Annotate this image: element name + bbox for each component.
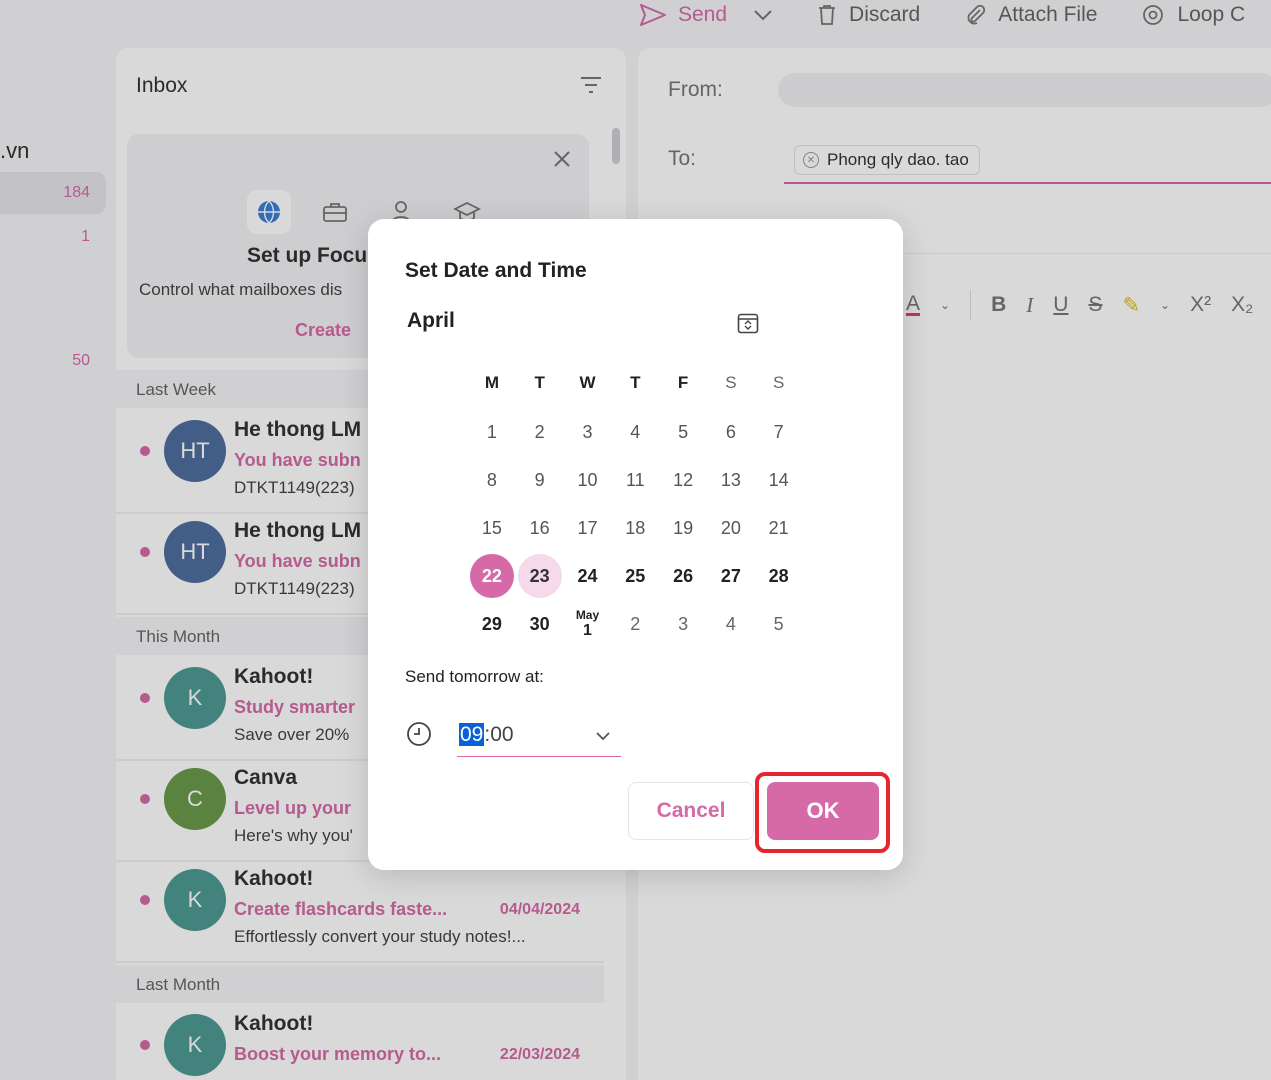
set-date-time-dialog: Set Date and Time April M T W T F S S 1 …	[368, 219, 903, 870]
weekday-label: T	[534, 373, 545, 392]
day-number: 4	[630, 422, 641, 443]
day-number: 21	[768, 517, 789, 538]
calendar-day-past: 6	[707, 409, 755, 457]
calendar-day[interactable]: 29	[468, 600, 516, 648]
calendar-day-past: 4	[611, 409, 659, 457]
day-number: 23	[517, 554, 562, 599]
send-time-label: Send tomorrow at:	[405, 667, 544, 686]
day-number: 13	[720, 470, 741, 491]
weekday-label: S	[725, 373, 737, 392]
dialog-title: Set Date and Time	[405, 259, 587, 282]
day-number: 5	[773, 613, 784, 634]
calendar-day-past: 1	[468, 409, 516, 457]
next-month-label: May	[575, 608, 600, 623]
calendar-day-past: 7	[755, 409, 803, 457]
day-number: 29	[481, 613, 502, 634]
weekday-label: S	[773, 373, 785, 392]
day-number: 3	[582, 422, 593, 443]
day-number: 28	[768, 565, 789, 586]
day-number: 4	[725, 613, 736, 634]
calendar-day[interactable]: 25	[611, 552, 659, 600]
weekday-label: F	[677, 373, 689, 392]
calendar-day-selected[interactable]: 22	[468, 552, 516, 600]
day-number: 18	[625, 517, 646, 538]
day-number: 6	[725, 422, 736, 443]
day-number: 27	[720, 565, 741, 586]
day-number: 14	[768, 470, 789, 491]
day-number: 30	[529, 613, 550, 634]
time-minutes[interactable]: :00	[484, 723, 513, 746]
clock-icon	[407, 722, 431, 746]
calendar-day-past: 17	[564, 505, 612, 553]
day-number: 11	[625, 470, 645, 491]
calendar-day-past: 9	[516, 457, 564, 505]
calendar-day[interactable]: 24	[564, 552, 612, 600]
calendar-day-past: 11	[611, 457, 659, 505]
calendar-day-next-month[interactable]: 4	[707, 600, 755, 648]
day-number: 3	[678, 613, 689, 634]
weekday-label: M	[484, 373, 499, 392]
calendar-day[interactable]: 26	[659, 552, 707, 600]
day-number: 24	[577, 565, 598, 586]
calendar-day[interactable]: 27	[707, 552, 755, 600]
calendar-icon[interactable]	[736, 311, 760, 335]
weekday-label: W	[579, 373, 596, 392]
calendar-day-past: 2	[516, 409, 564, 457]
calendar-day-past: 5	[659, 409, 707, 457]
day-number: 2	[630, 613, 641, 634]
calendar-day[interactable]: 30	[516, 600, 564, 648]
time-picker[interactable]: 09:00	[457, 717, 621, 757]
day-number: 15	[481, 517, 502, 538]
day-number: 7	[773, 422, 784, 443]
time-hour-selection[interactable]: 09	[459, 723, 485, 746]
calendar-day-past: 8	[468, 457, 516, 505]
day-number: 9	[534, 470, 545, 491]
day-number: 25	[625, 565, 646, 586]
calendar-day-past: 15	[468, 505, 516, 553]
ok-button[interactable]: OK	[767, 782, 879, 840]
calendar-day[interactable]: 28	[755, 552, 803, 600]
calendar-day-past: 18	[611, 505, 659, 553]
day-number: 22	[469, 554, 514, 599]
day-number: 2	[534, 422, 545, 443]
day-number: 20	[720, 517, 741, 538]
calendar-day-past: 21	[755, 505, 803, 553]
calendar-day-next-month[interactable]: 2	[611, 600, 659, 648]
calendar-day-past: 13	[707, 457, 755, 505]
calendar-day-next-month[interactable]: May 1	[564, 600, 612, 648]
day-number: 16	[529, 517, 550, 538]
chevron-down-icon[interactable]	[595, 731, 611, 741]
day-number: 10	[577, 470, 598, 491]
calendar-day-next-month[interactable]: 3	[659, 600, 707, 648]
weekday-header: M T W T F S S	[468, 373, 803, 393]
calendar-day-past: 10	[564, 457, 612, 505]
calendar-grid: 1 2 3 4 5 6 7 8 9 10 11 12 13 14 15 16 1…	[468, 409, 803, 648]
weekday-label: T	[630, 373, 641, 392]
calendar-day-past: 20	[707, 505, 755, 553]
calendar-day-past: 14	[755, 457, 803, 505]
time-value[interactable]: 09:00	[459, 723, 514, 747]
calendar-day-today[interactable]: 23	[516, 552, 564, 600]
day-number: 1	[486, 422, 497, 443]
calendar-day-past: 19	[659, 505, 707, 553]
calendar-day-past: 16	[516, 505, 564, 553]
day-number: 1	[583, 622, 592, 640]
calendar-day-past: 3	[564, 409, 612, 457]
cancel-button[interactable]: Cancel	[628, 782, 754, 840]
day-number: 17	[577, 517, 598, 538]
day-number: 12	[673, 470, 694, 491]
day-number: 5	[678, 422, 689, 443]
calendar-day-past: 12	[659, 457, 707, 505]
day-number: 8	[486, 470, 497, 491]
month-label[interactable]: April	[407, 309, 455, 333]
day-number: 26	[673, 565, 694, 586]
calendar-day-next-month[interactable]: 5	[755, 600, 803, 648]
day-number: 19	[673, 517, 694, 538]
